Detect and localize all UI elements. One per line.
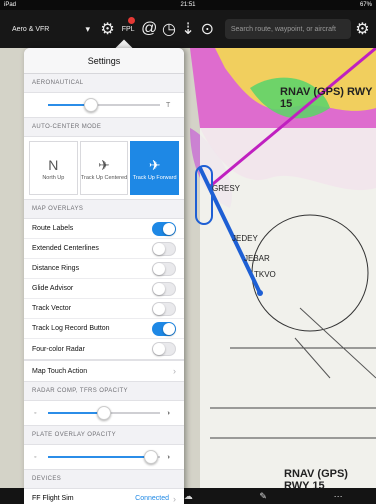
mode-label: North Up bbox=[42, 175, 65, 181]
at-icon: @ bbox=[141, 20, 158, 37]
fix-label: GRESY bbox=[212, 184, 241, 193]
plate-opacity-header: PLATE OVERLAY OPACITY bbox=[32, 432, 116, 438]
map-touch-action-item[interactable]: Map Touch Action › bbox=[24, 361, 184, 381]
chevron-right-icon: › bbox=[173, 493, 176, 504]
map-overlays-header: MAP OVERLAYS bbox=[32, 206, 84, 212]
radar-opacity-header: RADAR COMP, TFRS OPACITY bbox=[32, 388, 128, 394]
half-circle-icon: ◑ bbox=[166, 453, 171, 461]
fix-label: TKVO bbox=[254, 270, 276, 279]
settings-title: Settings bbox=[24, 48, 184, 74]
aeronautical-slider[interactable] bbox=[48, 98, 160, 112]
mode-button[interactable]: ✈ Track Up Forward bbox=[130, 141, 180, 195]
mode-button[interactable]: ✈ Track Up Centered bbox=[79, 141, 129, 195]
auto-center-selector: N North Up ✈ Track Up Centered ✈ Track Up For… bbox=[24, 136, 184, 200]
tab-weather-icon[interactable]: ☁ bbox=[184, 491, 193, 502]
procedure-title: RNAV (GPS) RWY 15 bbox=[280, 86, 373, 110]
fix-label: JEDEY bbox=[232, 234, 258, 243]
radar-opacity-slider[interactable] bbox=[48, 406, 160, 420]
battery-label: 67% bbox=[359, 2, 372, 8]
auto-center-header: AUTO-CENTER MODE bbox=[32, 124, 102, 130]
overlay-label: Route Labels bbox=[32, 225, 74, 232]
overlay-label: Distance Rings bbox=[32, 265, 80, 272]
overlay-item: Route Labels bbox=[24, 219, 184, 239]
overlay-label: Track Log Record Button bbox=[32, 325, 110, 332]
overlay-item: Track Vector bbox=[24, 299, 184, 319]
overlay-item: Four-color Radar bbox=[24, 339, 184, 359]
map-touch-action-label: Map Touch Action bbox=[32, 367, 88, 375]
device-row[interactable]: FF Flight Sim Connected › bbox=[24, 488, 184, 504]
slider-knob[interactable] bbox=[97, 406, 111, 420]
device-name: FF Flight Sim bbox=[32, 495, 74, 502]
overlay-toggle[interactable] bbox=[152, 261, 176, 276]
chevron-right-icon: › bbox=[173, 366, 176, 376]
clock-button[interactable]: ⊙ bbox=[200, 18, 215, 40]
gear-icon: ⚙ bbox=[100, 21, 115, 38]
aeronautical-slider-row: T bbox=[24, 92, 184, 118]
overlay-label: Four-color Radar bbox=[32, 345, 85, 353]
fpl-button[interactable]: FPL bbox=[119, 17, 137, 40]
ads-b-button[interactable]: ⚙ bbox=[355, 18, 370, 40]
clock: 21:51 bbox=[180, 2, 196, 8]
layer-selector[interactable]: Aero & VFR ▾ bbox=[6, 17, 96, 41]
overlay-item: Extended Centerlines bbox=[24, 239, 184, 259]
search-placeholder: Search route, waypoint, or aircraft bbox=[230, 25, 336, 33]
mode-button[interactable]: N North Up bbox=[29, 141, 78, 195]
tab-scratchpad-icon[interactable]: ✎ bbox=[259, 491, 267, 502]
slider-max-label: T bbox=[166, 101, 171, 109]
mode-label: Track Up Forward bbox=[132, 175, 177, 181]
fpl-badge bbox=[128, 17, 136, 24]
status-bar: iPad 21:51 67% bbox=[0, 0, 376, 10]
plate-opacity-slider[interactable] bbox=[48, 450, 160, 464]
slider-fill bbox=[48, 412, 104, 414]
overlay-toggle[interactable] bbox=[152, 221, 176, 236]
layer-label: Aero & VFR bbox=[12, 25, 50, 33]
chevron-down-icon: ▾ bbox=[85, 23, 90, 34]
track-up-centered-icon: ✈ bbox=[98, 157, 110, 173]
north-up-icon: N bbox=[48, 157, 59, 173]
tab-more-icon[interactable]: ⋯ bbox=[334, 491, 343, 502]
slider-knob[interactable] bbox=[144, 450, 159, 464]
search-input[interactable]: Search route, waypoint, or aircraft bbox=[224, 19, 351, 39]
devices-header: DEVICES bbox=[32, 476, 62, 482]
route-button[interactable]: ⇣ bbox=[181, 18, 196, 40]
route-icon: ⇣ bbox=[181, 21, 195, 38]
overlay-toggle[interactable] bbox=[152, 241, 176, 256]
fix-label: JEBAR bbox=[244, 254, 270, 263]
timer-button[interactable]: ◷ bbox=[161, 18, 176, 40]
device-status: Connected bbox=[135, 495, 169, 502]
settings-icon: ⚙ bbox=[355, 21, 370, 38]
overlay-toggle[interactable] bbox=[152, 321, 176, 336]
timer-icon: ◷ bbox=[161, 21, 176, 38]
overlay-label: Glide Advisor bbox=[32, 285, 74, 292]
slider-knob[interactable] bbox=[83, 98, 98, 112]
settings-panel: Settings AERONAUTICAL T AUTO-CENTER MODE… bbox=[24, 48, 184, 504]
slider-fill bbox=[48, 456, 152, 458]
carrier-label: iPad bbox=[4, 2, 17, 8]
overlay-label: Track Vector bbox=[32, 305, 72, 312]
mode-label: Track Up Centered bbox=[80, 175, 128, 181]
overlay-toggle[interactable] bbox=[152, 301, 176, 316]
overlay-toggle[interactable] bbox=[152, 342, 176, 356]
dim-icon: ◦ bbox=[34, 409, 37, 417]
overlay-item: Glide Advisor bbox=[24, 279, 184, 299]
aeronautical-header: AERONAUTICAL bbox=[32, 80, 84, 86]
half-circle-icon: ◑ bbox=[166, 409, 171, 417]
overlay-list: Route Labels Extended Centerlines Distance… bbox=[24, 218, 184, 360]
settings-gear-button[interactable]: ⚙ bbox=[100, 18, 115, 40]
dim-icon: ◦ bbox=[34, 453, 37, 461]
clock-icon: ⊙ bbox=[200, 21, 214, 38]
overlay-item: Track Log Record Button bbox=[24, 319, 184, 339]
fpl-label: FPL bbox=[121, 25, 135, 33]
overlay-toggle[interactable] bbox=[152, 281, 176, 296]
overlay-label: Extended Centerlines bbox=[32, 245, 99, 252]
track-up-forward-icon: ✈ bbox=[148, 157, 161, 173]
radar-slider-row: ◦ ◑ bbox=[24, 400, 184, 426]
at-button[interactable]: @ bbox=[141, 18, 157, 40]
overlay-item: Distance Rings bbox=[24, 259, 184, 279]
plate-slider-row: ◦ ◑ bbox=[24, 444, 184, 470]
top-toolbar: Aero & VFR ▾ ⚙ FPL @ ◷ ⇣ ⊙ Search route,… bbox=[0, 10, 376, 48]
